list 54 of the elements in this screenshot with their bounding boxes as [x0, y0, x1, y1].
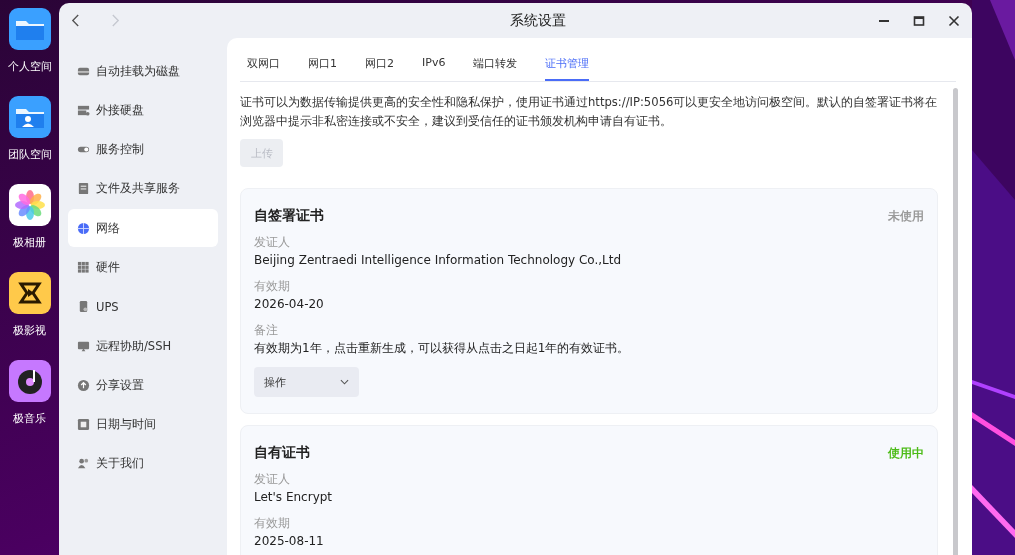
- back-icon[interactable]: [71, 14, 80, 27]
- sidebar-item[interactable]: 日期与时间: [68, 405, 218, 444]
- field-label: 发证人: [254, 234, 291, 251]
- server-icon: [77, 103, 90, 117]
- app-label: 个人空间: [7, 59, 52, 74]
- tab[interactable]: IPv6: [422, 46, 446, 81]
- tab[interactable]: 端口转发: [473, 46, 518, 81]
- close-icon[interactable]: [948, 14, 960, 27]
- share-icon: [77, 378, 90, 392]
- sidebar-item[interactable]: 外接硬盘: [68, 91, 218, 130]
- field-value: Let's Encrypt: [254, 489, 334, 506]
- monitor-icon: [77, 339, 90, 353]
- field-label: 发证人: [254, 471, 291, 488]
- tab[interactable]: 证书管理: [545, 46, 590, 81]
- sidebar-item[interactable]: 分享设置: [68, 366, 218, 405]
- certificate-title: 自签署证书: [254, 207, 324, 225]
- sidebar-item[interactable]: 网络: [68, 209, 218, 248]
- caret-icon: [340, 379, 349, 385]
- flower-icon[interactable]: [8, 184, 51, 226]
- app-label: 极影视: [13, 323, 46, 338]
- status-label: 未使用: [888, 208, 924, 224]
- field-value: Beijing Zentraedi Intelligence Information Technology Co.,Ltd: [254, 252, 623, 269]
- team-folder-icon[interactable]: [8, 96, 51, 138]
- certificate-title: 自有证书: [254, 444, 310, 462]
- app-label: 极相册: [13, 235, 46, 250]
- scrollbar[interactable]: [953, 88, 958, 555]
- people-icon: [77, 457, 90, 471]
- sidebar-item[interactable]: 服务控制: [68, 130, 218, 169]
- field-label: 备注: [254, 322, 279, 339]
- field-value: 2026-04-20: [254, 296, 325, 313]
- maximize-icon[interactable]: [913, 14, 925, 27]
- tab[interactable]: 网口2: [365, 46, 394, 81]
- sidebar-item[interactable]: UPS: [68, 287, 218, 326]
- sidebar-item[interactable]: 硬件: [68, 248, 218, 287]
- tab[interactable]: 双网口: [247, 46, 280, 81]
- field-value: 2025-08-11: [254, 533, 325, 550]
- document-icon: [77, 182, 90, 196]
- app-label: 极音乐: [13, 411, 46, 426]
- globe-icon: [77, 221, 90, 235]
- status-label: 使用中: [888, 445, 924, 461]
- field-value: 有效期为1年，点击重新生成，可以获得从点击之日起1年的有效证书。: [254, 340, 631, 357]
- field-label: 有效期: [254, 515, 291, 532]
- sidebar-item[interactable]: 关于我们: [68, 444, 218, 483]
- sidebar-item[interactable]: 自动挂载为磁盘: [68, 52, 218, 90]
- tab[interactable]: 网口1: [308, 46, 337, 81]
- sidebar-item[interactable]: 远程协助/SSH: [68, 327, 218, 366]
- app-label: 团队空间: [7, 147, 52, 162]
- sidebar-item[interactable]: 文件及共享服务: [68, 169, 218, 208]
- action-dropdown[interactable]: 操作: [254, 367, 359, 397]
- field-label: 有效期: [254, 278, 291, 295]
- grid-icon: [77, 261, 90, 274]
- description-text: 证书可以为数据传输提供更高的安全性和隐私保护，使用证书通过https://IP:5056可以更安全地访问极空间。默认的自签署证书将在浏览器中提示非私密连接或不安全，建议到受信任的证书颁发机构申请自有证书。: [240, 94, 938, 130]
- window-title: 系统设置: [508, 11, 567, 30]
- folder-icon[interactable]: [8, 8, 51, 50]
